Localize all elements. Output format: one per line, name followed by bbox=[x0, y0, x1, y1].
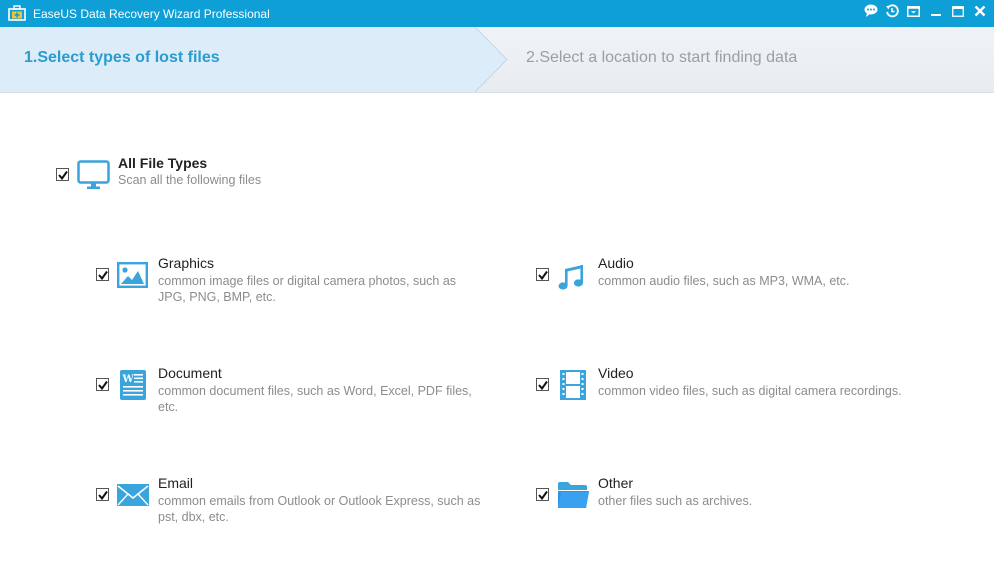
document-description-line-1: common document files, such as Word, Exc… bbox=[158, 384, 472, 398]
video-checkbox[interactable] bbox=[536, 378, 549, 391]
video-description: common video files, such as digital came… bbox=[598, 383, 902, 399]
music-note-icon bbox=[557, 261, 585, 296]
graphics-description-line-1: common image files or digital camera pho… bbox=[158, 274, 457, 288]
other-description-line-1: other files such as archives. bbox=[598, 494, 753, 508]
all-file-types-description: Scan all the following files bbox=[118, 173, 262, 187]
maximize-button[interactable] bbox=[949, 4, 967, 22]
checkmark-icon bbox=[97, 490, 108, 500]
video-description-line-1: common video files, such as digital came… bbox=[598, 384, 902, 398]
checkmark-icon bbox=[537, 270, 548, 280]
email-description-line-2: pst, dbx, etc. bbox=[158, 510, 229, 524]
window-title: EaseUS Data Recovery Wizard Professional bbox=[33, 7, 270, 21]
title-bar: EaseUS Data Recovery Wizard Professional bbox=[0, 0, 994, 27]
other-title: Other bbox=[598, 475, 634, 491]
graphics-description: common image files or digital camera pho… bbox=[158, 273, 456, 305]
checkmark-icon bbox=[97, 380, 108, 390]
graphics-title: Graphics bbox=[158, 255, 215, 271]
audio-description: common audio files, such as MP3, WMA, et… bbox=[598, 273, 849, 289]
minimize-button[interactable] bbox=[927, 4, 945, 22]
all-file-types-checkbox[interactable] bbox=[56, 168, 69, 181]
checkmark-icon bbox=[537, 490, 548, 500]
close-button[interactable] bbox=[971, 4, 989, 22]
svg-text:W: W bbox=[122, 374, 135, 385]
other-description: other files such as archives. bbox=[598, 493, 752, 509]
history-icon bbox=[885, 3, 899, 23]
email-checkbox[interactable] bbox=[96, 488, 109, 501]
app-logo-icon bbox=[8, 5, 26, 21]
document-checkbox[interactable] bbox=[96, 378, 109, 391]
minimize-icon bbox=[930, 4, 942, 22]
audio-description-line-1: common audio files, such as MP3, WMA, et… bbox=[598, 274, 850, 288]
maximize-icon bbox=[952, 4, 964, 22]
menu-button[interactable] bbox=[904, 4, 922, 22]
document-title: Document bbox=[158, 365, 222, 381]
step-1-tab: 1.Select types of lost files bbox=[0, 27, 508, 93]
other-checkbox[interactable] bbox=[536, 488, 549, 501]
audio-title: Audio bbox=[598, 255, 634, 271]
document-description-line-2: etc. bbox=[158, 400, 179, 414]
email-description-line-1: common emails from Outlook or Outlook Ex… bbox=[158, 494, 481, 508]
audio-checkbox[interactable] bbox=[536, 268, 549, 281]
graphics-checkbox[interactable] bbox=[96, 268, 109, 281]
graphics-description-line-2: JPG, PNG, BMP, etc. bbox=[158, 290, 276, 304]
step-2-label: 2.Select a location to start finding dat… bbox=[526, 49, 798, 66]
envelope-icon bbox=[117, 484, 149, 511]
feedback-icon bbox=[864, 4, 878, 22]
document-icon: W bbox=[120, 370, 146, 405]
checkmark-icon bbox=[57, 170, 68, 180]
email-title: Email bbox=[158, 475, 194, 491]
feedback-button[interactable] bbox=[862, 4, 880, 22]
folder-icon bbox=[557, 481, 590, 514]
monitor-icon bbox=[77, 160, 110, 195]
checkmark-icon bbox=[97, 270, 108, 280]
email-description: common emails from Outlook or Outlook Ex… bbox=[158, 493, 480, 525]
wizard-steps: 1.Select types of lost files 2.Select a … bbox=[0, 27, 994, 93]
film-icon bbox=[560, 370, 586, 405]
close-icon bbox=[974, 4, 986, 22]
checkmark-icon bbox=[537, 380, 548, 390]
history-button[interactable] bbox=[883, 3, 901, 23]
all-file-types-title: All File Types bbox=[118, 155, 208, 171]
document-description: common document files, such as Word, Exc… bbox=[158, 383, 472, 415]
video-title: Video bbox=[598, 365, 634, 381]
image-icon bbox=[117, 262, 149, 293]
step-1-label: 1.Select types of lost files bbox=[24, 49, 220, 66]
menu-icon bbox=[906, 4, 920, 22]
